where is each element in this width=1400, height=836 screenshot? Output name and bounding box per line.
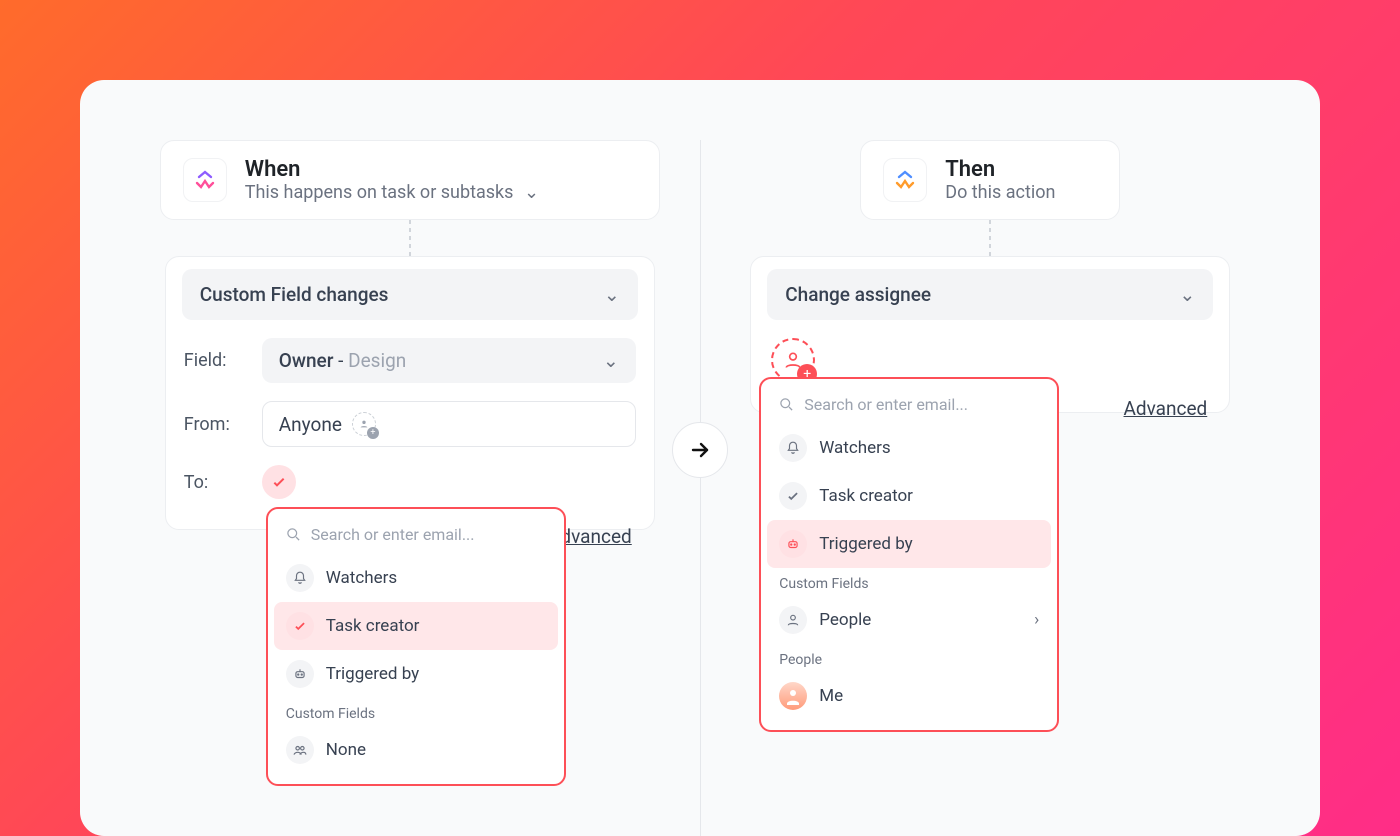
add-assignee-button[interactable]: + [771,338,815,382]
dd-item-me[interactable]: Me [767,672,1051,720]
check-icon [286,612,314,640]
when-column: When This happens on task or subtasks ⌄ … [120,140,700,836]
dd-item-task-creator[interactable]: Task creator [274,602,558,650]
when-header[interactable]: When This happens on task or subtasks ⌄ [160,140,660,220]
connector-line [409,220,411,256]
action-select[interactable]: Change assignee ⌄ [767,269,1213,320]
search-icon [779,397,794,412]
bell-icon [779,434,807,462]
field-select[interactable]: Owner - Design ⌄ [262,338,636,383]
robot-icon [779,530,807,558]
dd-item-triggered-by[interactable]: Triggered by [274,650,558,698]
trigger-select[interactable]: Custom Field changes ⌄ [182,269,638,320]
arrow-right-icon [672,422,728,478]
avatar-icon [779,682,807,710]
from-label: From: [184,414,250,435]
then-subtitle: Do this action [945,182,1055,203]
connector-line [989,220,991,256]
then-column: Then Do this action Change assignee ⌄ + … [701,140,1281,836]
to-label: To: [184,472,250,493]
person-icon [779,606,807,634]
when-subtitle[interactable]: This happens on task or subtasks ⌄ [245,182,539,203]
person-add-icon [352,412,376,436]
dd-item-task-creator[interactable]: Task creator [767,472,1051,520]
search-input[interactable]: Search or enter email... [767,389,1051,424]
people-icon [286,736,314,764]
automation-card: When This happens on task or subtasks ⌄ … [80,80,1320,836]
when-people-dropdown: Search or enter email... Watchers Task c… [266,507,566,786]
advanced-link[interactable]: Advanced [1124,397,1208,420]
to-value-check-icon[interactable] [262,465,296,499]
then-people-dropdown: Search or enter email... Watchers Task c… [759,377,1059,732]
chevron-down-icon: ⌄ [603,349,619,372]
dd-item-none[interactable]: None [274,726,558,774]
from-field[interactable]: Anyone [262,401,636,447]
chevron-down-icon: ⌄ [1179,283,1195,306]
then-header: Then Do this action [860,140,1120,220]
dd-item-triggered-by[interactable]: Triggered by [767,520,1051,568]
search-icon [286,527,301,542]
when-panel: Custom Field changes ⌄ Field: Owner - De… [165,256,655,530]
search-input[interactable]: Search or enter email... [274,519,558,554]
dd-section-custom-fields: Custom Fields [274,698,558,726]
chevron-down-icon: ⌄ [524,182,539,203]
clickup-logo-icon [183,158,227,202]
field-label: Field: [184,350,250,371]
dd-section-people: People [767,644,1051,672]
dd-item-watchers[interactable]: Watchers [274,554,558,602]
dd-section-custom-fields: Custom Fields [767,568,1051,596]
then-title: Then [945,157,1055,182]
chevron-down-icon: ⌄ [604,283,620,306]
dd-item-people-cf[interactable]: People › [767,596,1051,644]
when-title: When [245,157,539,182]
check-icon [779,482,807,510]
bell-icon [286,564,314,592]
chevron-right-icon: › [1034,610,1039,630]
then-panel: Change assignee ⌄ + Advanced Search or e… [750,256,1230,413]
clickup-logo-icon [883,158,927,202]
robot-icon [286,660,314,688]
dd-item-watchers[interactable]: Watchers [767,424,1051,472]
